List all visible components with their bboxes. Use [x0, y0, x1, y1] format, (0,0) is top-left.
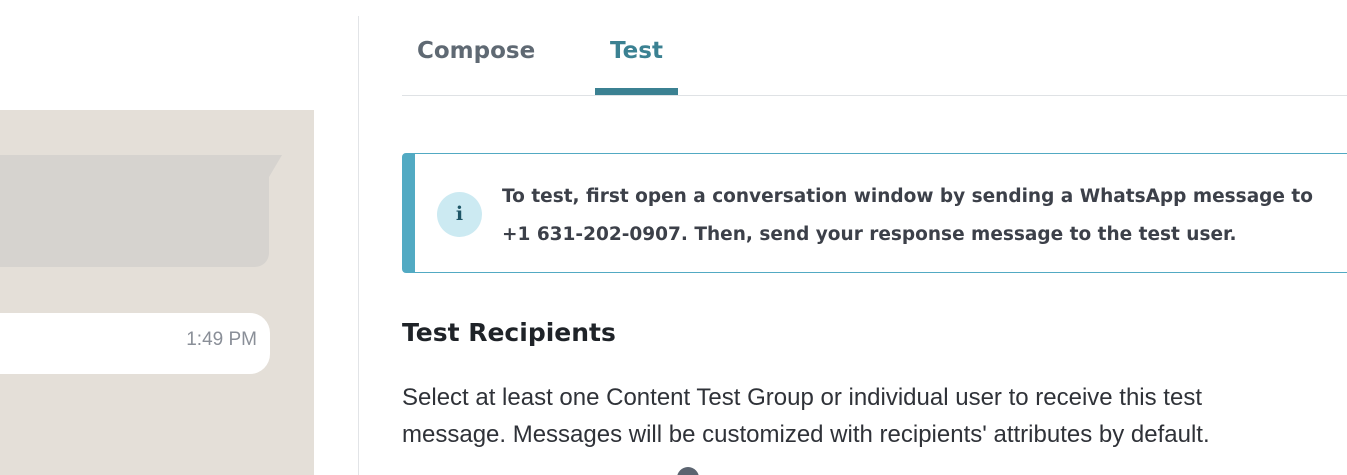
tab-compose[interactable]: Compose	[417, 38, 535, 64]
info-banner: i To test, first open a conversation win…	[402, 153, 1347, 273]
message-timestamp: 1:49 PM	[186, 329, 257, 350]
message-bubble: 1:49 PM	[0, 313, 270, 374]
message-bubble-tail	[269, 155, 282, 177]
tab-bar: Compose Test	[402, 0, 1347, 96]
test-panel-page: 1:49 PM Compose Test i To test, first op…	[0, 0, 1347, 475]
message-bubble-placeholder	[0, 155, 269, 267]
test-recipients-description-line-1: Select at least one Content Test Group o…	[402, 384, 1202, 411]
info-banner-text: To test, first open a conversation windo…	[502, 178, 1342, 254]
test-recipients-heading: Test Recipients	[402, 318, 616, 347]
help-icon[interactable]	[677, 467, 699, 475]
test-recipients-description: Select at least one Content Test Group o…	[402, 379, 1337, 453]
add-test-users-label-cutoff	[402, 462, 672, 475]
panel-divider	[358, 16, 359, 475]
tab-test[interactable]: Test	[595, 38, 678, 64]
info-banner-line-1: To test, first open a conversation windo…	[502, 186, 1313, 207]
info-banner-line-2: +1 631-202-0907. Then, send your respons…	[502, 224, 1237, 245]
test-recipients-description-line-2: message. Messages will be customized wit…	[402, 421, 1210, 448]
whatsapp-message-preview: 1:49 PM	[0, 110, 314, 475]
info-icon: i	[437, 192, 482, 237]
active-tab-indicator	[595, 88, 678, 95]
